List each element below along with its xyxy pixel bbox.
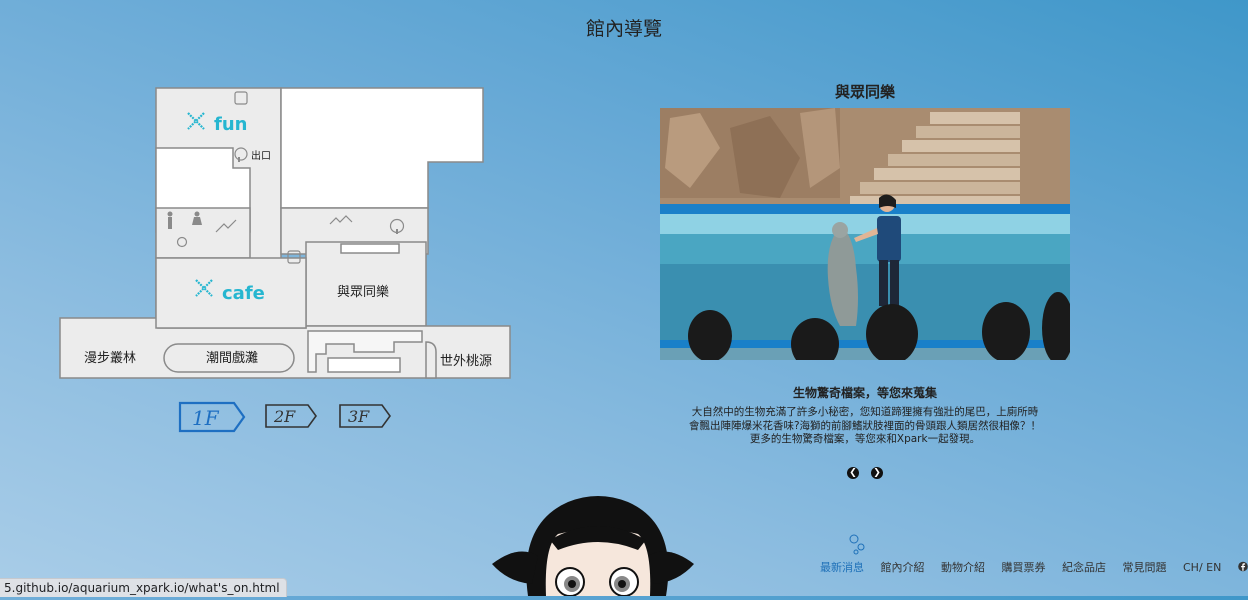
floor-map: fun cafe 出口 與眾同樂 漫步叢林 潮間戲灘 世外桃源 [58,86,514,382]
zone-tidal-label[interactable]: 潮間戲灘 [206,351,258,366]
floor-tab-1f[interactable]: 1F [178,400,246,438]
womens-restroom-icon [194,211,200,217]
exhibit-subtitle: 生物驚奇檔案，等您來蒐集 [792,386,937,400]
floor-tab-2f-label: 2F [273,407,296,426]
nav-item-faq[interactable]: 常見問題 [1123,561,1167,574]
nav-item-language[interactable]: CH/ EN [1183,561,1221,574]
page-title: 館內導覽 [585,18,662,40]
xfun-label: fun [214,114,247,135]
floor-map-drawing: fun cafe 出口 與眾同樂 漫步叢林 潮間戲灘 世外桃源 [59,87,511,379]
info-icon-glyph [238,157,240,162]
facebook-icon[interactable] [1238,561,1248,572]
exit-label: 出口 [251,149,271,162]
floor-tab-3f[interactable]: 3F [338,402,394,434]
nav-item-animals[interactable]: 動物介紹 [941,561,985,574]
exhibit-description-line: 會飄出陣陣爆米花香味?海獅的前腳鰭狀肢裡面的骨頭跟人類居然很相像？！ [688,419,1042,432]
mascot-illustration [488,494,698,600]
chevron-left-icon: ❮ [849,468,857,478]
zone-paradise-label[interactable]: 世外桃源 [440,354,492,369]
zone-forest-label[interactable]: 漫步叢林 [84,351,136,366]
map-counter [340,243,400,254]
map-paradise-edge [425,341,437,379]
browser-status-url: 5.github.io/aquarium_xpark.io/what's_on.… [0,578,287,597]
xcafe-label: cafe [222,283,265,304]
zone-together-label[interactable]: 與眾同樂 [337,284,389,300]
map-block-open-area [280,87,484,209]
info-icon-glyph-2 [396,229,398,234]
exhibit-title: 與眾同樂 [834,83,895,101]
social-icons [1238,561,1248,572]
nav-item-shop[interactable]: 紀念品店 [1062,561,1106,574]
main-nav: 最新消息 館內介紹 動物介紹 購買票券 紀念品店 常見問題 CH/ EN [820,559,1248,575]
floor-tab-1f-label: 1F [192,406,220,430]
exhibit-description: 大自然中的生物充滿了許多小秘密，您知道蹄狸擁有強壯的尾巴，上廁所時 會飄出陣陣爆… [660,406,1070,447]
exhibit-photo [660,108,1070,360]
nav-item-tickets[interactable]: 購買票券 [1002,561,1046,574]
prev-slide-button[interactable]: ❮ [847,467,859,479]
nav-item-news[interactable]: 最新消息 [820,561,864,574]
exhibit-description-line: 大自然中的生物充滿了許多小秘密，您知道蹄狸擁有強壯的尾巴，上廁所時 [691,406,1039,418]
mens-restroom-icon [167,211,173,217]
map-pool-rect [327,357,401,373]
mens-restroom-body [168,217,172,229]
floor-tab-3f-label: 3F [348,407,370,426]
exhibit-description-line: 更多的生物驚奇檔案，等您來和Xpark一起發現。 [749,433,981,445]
nav-item-about[interactable]: 館內介紹 [881,561,925,574]
next-slide-button[interactable]: ❯ [871,467,883,479]
map-zone-together[interactable] [305,241,427,327]
chevron-right-icon: ❯ [873,468,881,478]
bubbles-decoration [848,534,868,560]
floor-tab-2f[interactable]: 2F [264,402,320,434]
